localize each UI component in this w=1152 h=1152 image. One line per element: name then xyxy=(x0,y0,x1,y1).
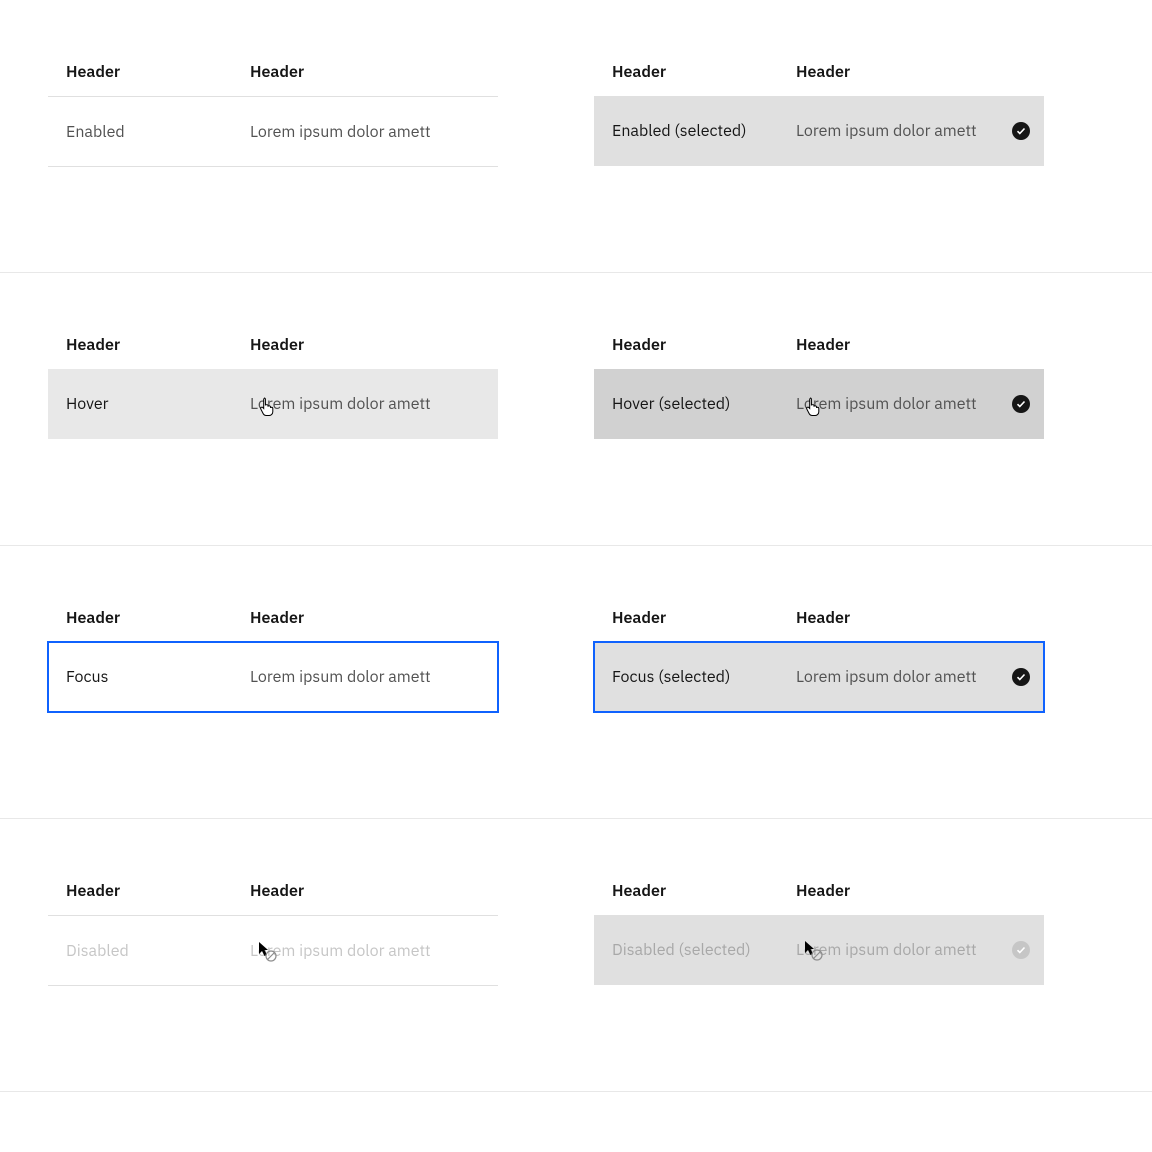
table-header-row: Header Header xyxy=(594,62,1044,96)
column-header: Header xyxy=(778,62,1044,82)
table-row-focus[interactable]: Focus Lorem ipsum dolor amett xyxy=(48,642,498,712)
column-header: Header xyxy=(48,335,232,355)
checkmark-filled-icon xyxy=(1012,941,1030,959)
cell-value: Lorem ipsum dolor amett xyxy=(778,121,1044,141)
column-header: Header xyxy=(594,881,778,901)
column-header: Header xyxy=(48,881,232,901)
table-enabled-selected: Header Header Enabled (selected) Lorem i… xyxy=(594,62,1044,272)
column-header: Header xyxy=(232,881,498,901)
table-header-row: Header Header xyxy=(48,608,498,642)
cell-state-label: Hover (selected) xyxy=(594,394,778,414)
table-header-row: Header Header xyxy=(594,335,1044,369)
cell-value: Lorem ipsum dolor amett xyxy=(232,941,498,961)
cell-state-label: Enabled xyxy=(48,122,232,142)
cell-state-label: Focus (selected) xyxy=(594,667,778,687)
column-header: Header xyxy=(232,62,498,82)
cell-value: Lorem ipsum dolor amett xyxy=(778,940,1044,960)
table-header-row: Header Header xyxy=(48,62,498,97)
checkmark-filled-icon xyxy=(1012,395,1030,413)
table-disabled-selected: Header Header Disabled (selected) Lorem … xyxy=(594,881,1044,1091)
cell-value: Lorem ipsum dolor amett xyxy=(232,394,498,414)
table-row-enabled[interactable]: Enabled Lorem ipsum dolor amett xyxy=(48,97,498,167)
table-header-row: Header Header xyxy=(48,335,498,369)
table-disabled: Header Header Disabled Lorem ipsum dolor… xyxy=(48,881,498,1091)
table-row-enabled-selected[interactable]: Enabled (selected) Lorem ipsum dolor ame… xyxy=(594,96,1044,166)
cell-value: Lorem ipsum dolor amett xyxy=(232,667,498,687)
column-header: Header xyxy=(232,335,498,355)
section-disabled: Header Header Disabled Lorem ipsum dolor… xyxy=(0,819,1152,1092)
cell-value: Lorem ipsum dolor amett xyxy=(778,394,1044,414)
column-header: Header xyxy=(232,608,498,628)
table-row-disabled: Disabled Lorem ipsum dolor amett xyxy=(48,916,498,986)
column-header: Header xyxy=(48,608,232,628)
table-header-row: Header Header xyxy=(594,608,1044,642)
table-enabled: Header Header Enabled Lorem ipsum dolor … xyxy=(48,62,498,272)
column-header: Header xyxy=(778,335,1044,355)
column-header: Header xyxy=(778,608,1044,628)
table-row-disabled-selected: Disabled (selected) Lorem ipsum dolor am… xyxy=(594,915,1044,985)
cell-value: Lorem ipsum dolor amett xyxy=(232,122,498,142)
checkmark-filled-icon xyxy=(1012,122,1030,140)
column-header: Header xyxy=(594,608,778,628)
cell-state-label: Disabled (selected) xyxy=(594,940,778,960)
cell-value: Lorem ipsum dolor amett xyxy=(778,667,1044,687)
section-hover: Header Header Hover Lorem ipsum dolor am… xyxy=(0,273,1152,546)
table-hover-selected: Header Header Hover (selected) Lorem ips… xyxy=(594,335,1044,545)
table-row-hover-selected[interactable]: Hover (selected) Lorem ipsum dolor amett xyxy=(594,369,1044,439)
column-header: Header xyxy=(594,62,778,82)
column-header: Header xyxy=(594,335,778,355)
table-row-hover[interactable]: Hover Lorem ipsum dolor amett xyxy=(48,369,498,439)
cell-state-label: Focus xyxy=(48,667,232,687)
cell-state-label: Hover xyxy=(48,394,232,414)
table-hover: Header Header Hover Lorem ipsum dolor am… xyxy=(48,335,498,545)
section-focus: Header Header Focus Lorem ipsum dolor am… xyxy=(0,546,1152,819)
column-header: Header xyxy=(778,881,1044,901)
table-header-row: Header Header xyxy=(594,881,1044,915)
column-header: Header xyxy=(48,62,232,82)
checkmark-filled-icon xyxy=(1012,668,1030,686)
table-header-row: Header Header xyxy=(48,881,498,916)
cell-state-label: Disabled xyxy=(48,941,232,961)
table-row-focus-selected[interactable]: Focus (selected) Lorem ipsum dolor amett xyxy=(594,642,1044,712)
cell-state-label: Enabled (selected) xyxy=(594,121,778,141)
table-focus: Header Header Focus Lorem ipsum dolor am… xyxy=(48,608,498,818)
section-enabled: Header Header Enabled Lorem ipsum dolor … xyxy=(0,0,1152,273)
table-focus-selected: Header Header Focus (selected) Lorem ips… xyxy=(594,608,1044,818)
